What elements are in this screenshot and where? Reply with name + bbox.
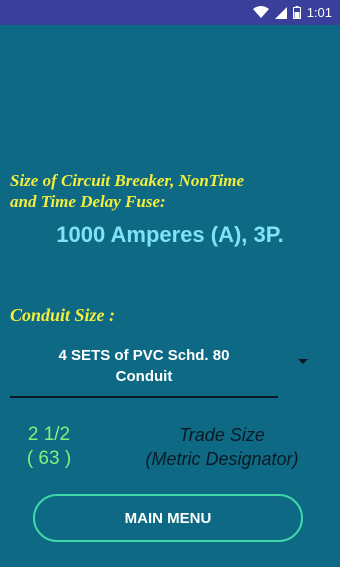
wifi-icon — [252, 6, 269, 19]
breaker-title: Size of Circuit Breaker, NonTime and Tim… — [10, 170, 336, 212]
dropdown-arrow-icon[interactable] — [298, 359, 308, 364]
conduit-selected-line2: Conduit — [115, 368, 173, 385]
breaker-title-line1: Size of Circuit Breaker, NonTime — [10, 171, 245, 190]
conduit-title: Conduit Size : — [10, 305, 116, 325]
trade-size-value: 2 1/2 — [27, 424, 71, 445]
trade-size-labels: Trade Size (Metric Designator) — [120, 423, 324, 471]
conduit-select[interactable]: 4 SETS of PVC Schd. 80 Conduit — [10, 340, 278, 398]
status-icons: 1:01 — [252, 0, 332, 25]
status-time: 1:01 — [306, 5, 332, 20]
conduit-selected-value: 4 SETS of PVC Schd. 80 Conduit — [10, 345, 278, 387]
trade-size-label: Trade Size — [179, 425, 265, 445]
metric-designator-value: ( 63 ) — [26, 448, 72, 469]
breaker-title-line2: and Time Delay Fuse: — [10, 192, 166, 211]
trade-size-values: 2 1/2 ( 63 ) — [12, 423, 86, 471]
main-menu-label: MAIN MENU — [124, 509, 212, 527]
signal-icon — [274, 6, 287, 19]
status-bar: 1:01 — [0, 0, 340, 25]
battery-icon — [292, 6, 301, 19]
breaker-value: 1000 Amperes (A), 3P. — [56, 222, 284, 247]
main-menu-button[interactable]: MAIN MENU — [33, 494, 303, 542]
conduit-selected-line1: 4 SETS of PVC Schd. 80 — [58, 347, 230, 364]
metric-designator-label: (Metric Designator) — [145, 449, 299, 469]
